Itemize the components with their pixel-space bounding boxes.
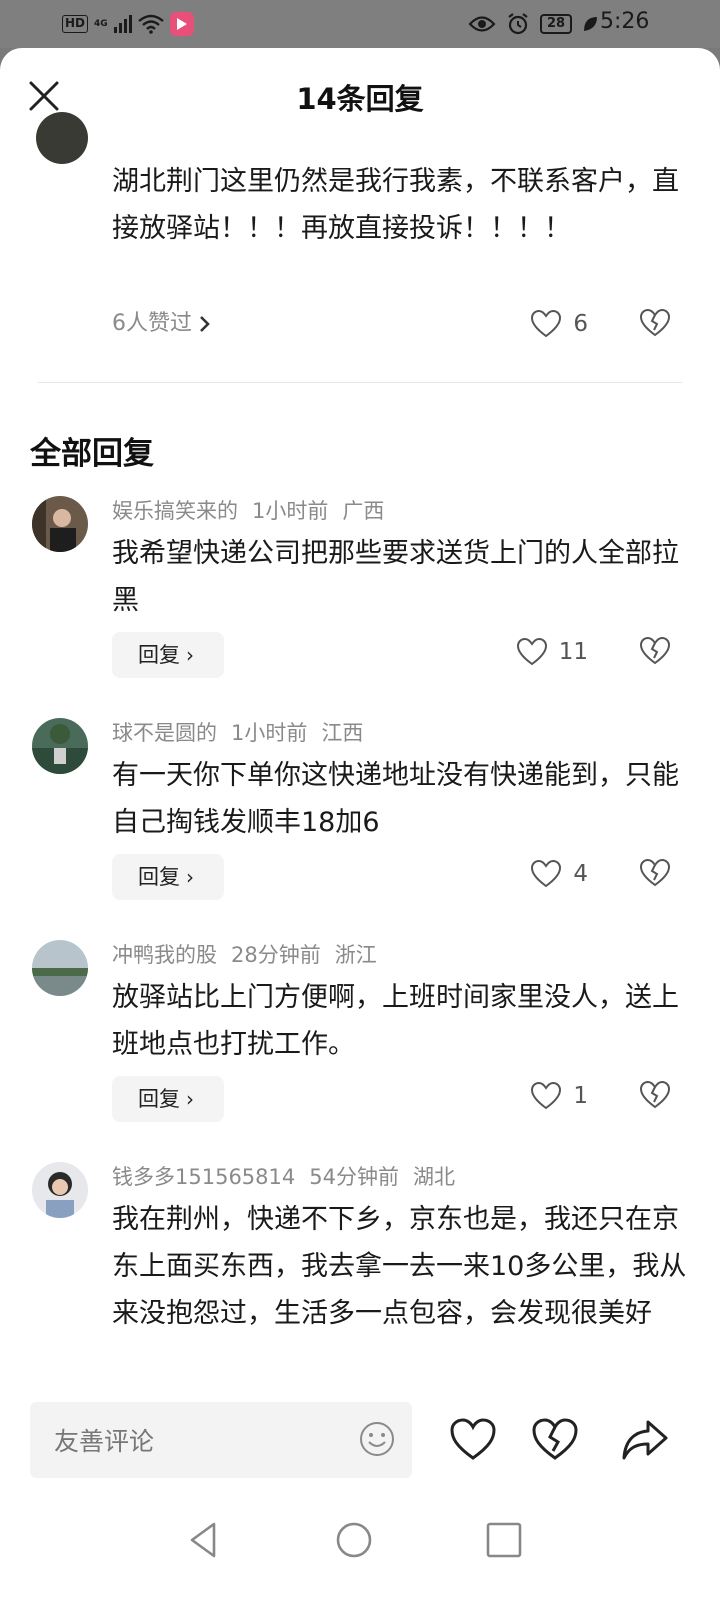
dislike-button[interactable] [639,636,672,667]
region: 广西 [342,499,385,523]
comment-actions: 回复 › 4 [112,854,692,900]
eye-icon [468,16,496,32]
comment-text: 放驿站比上门方便啊，上班时间家里没人，送上班地点也打扰工作。 [112,982,679,1060]
username[interactable]: 钱多多151565814 [112,1165,295,1189]
likes-list-link[interactable]: 6人赞过 [112,304,212,344]
like-count: 4 [573,861,588,887]
comment-meta: 冲鸭我的股 28分钟前 浙江 [112,940,391,970]
avatar[interactable] [32,496,88,552]
region: 湖北 [412,1165,455,1189]
home-nav-icon[interactable] [334,1520,374,1560]
chevron-right-icon [200,316,210,332]
dislike-post-button[interactable] [532,1418,578,1462]
like-post-button[interactable] [450,1418,496,1462]
comment-text: 湖北荆门这里仍然是我行我素，不联系客户，直接放驿站！！！再放直接投诉！！！！ [112,166,679,244]
heart-icon [531,1082,562,1110]
reply-button[interactable]: 回复 › [112,854,224,900]
parent-comment: 湖北荆门这里仍然是我行我素，不联系客户，直接放驿站！！！再放直接投诉！！！！ 6… [0,112,720,434]
heart-icon [531,860,562,888]
avatar[interactable] [32,940,88,996]
sheet-title: 14条回复 [296,82,424,116]
replies-sheet: 14条回复 湖北荆门这里仍然是我行我素，不联系客户，直接放驿站！！！再放直接投诉… [0,48,720,1600]
chevron-right-icon: › [186,865,194,889]
avatar[interactable] [36,112,88,164]
comment-input-placeholder: 友善评论 [54,1427,155,1456]
region: 浙江 [334,943,377,967]
comment-meta: 娱乐搞笑来的 1小时前 广西 [112,496,398,526]
likes-link-label: 6人赞过 [112,311,192,336]
comment-actions: 回复 › 11 [112,632,692,678]
timestamp: 1小时前 [231,721,308,745]
chevron-right-icon: › [186,643,194,667]
list-item: 娱乐搞笑来的 1小时前 广西 我希望快递公司把那些要求送货上门的人全部拉黑 回复 › … [0,496,720,696]
divider [38,382,682,383]
hd-indicator: HD [62,15,89,33]
emoji-icon[interactable] [358,1420,396,1458]
section-title: 全部回复 [30,436,154,472]
like-button[interactable]: 4 [531,854,588,894]
timestamp: 54分钟前 [309,1165,399,1189]
share-button[interactable] [622,1418,668,1462]
like-count: 6 [573,311,588,337]
reply-button[interactable]: 回复 › [112,1076,224,1122]
system-nav-bar [0,1488,720,1600]
broken-heart-icon [639,636,671,665]
sheet-header: 14条回复 [0,48,720,144]
reply-label: 回复 [138,865,180,889]
video-app-icon [169,12,194,36]
recents-nav-icon[interactable] [484,1520,524,1560]
username[interactable]: 冲鸭我的股 [112,943,217,967]
like-button[interactable]: 1 [531,1076,588,1116]
list-item: 球不是圆的 1小时前 江西 有一天你下单你这快递地址没有快递能到，只能自己掏钱发顺丰… [0,718,720,918]
like-count: 11 [558,639,588,665]
avatar[interactable] [32,718,88,774]
reply-label: 回复 [138,643,180,667]
dislike-button[interactable] [639,858,672,889]
like-button[interactable]: 11 [516,632,588,672]
comment-meta: 钱多多151565814 54分钟前 湖北 [112,1162,469,1192]
leaf-icon [584,17,597,31]
broken-heart-icon [639,858,671,887]
username[interactable]: 娱乐搞笑来的 [112,499,238,523]
timestamp: 1小时前 [252,499,329,523]
comment-meta: 球不是圆的 1小时前 江西 [112,718,377,748]
wifi-icon [137,14,164,34]
comment-bar: 友善评论 [0,1392,720,1488]
status-left: HD 4G [62,12,194,36]
status-bar: HD 4G 28 5:26 [0,0,720,48]
comment-actions: 回复 › 1 [112,1076,692,1122]
dislike-button[interactable] [639,1080,672,1111]
alarm-icon [508,13,528,35]
list-item: 冲鸭我的股 28分钟前 浙江 放驿站比上门方便啊，上班时间家里没人，送上班地点也打扰… [0,940,720,1140]
heart-icon [516,638,547,666]
reply-label: 回复 [138,1087,180,1111]
username[interactable]: 球不是圆的 [112,721,217,745]
avatar[interactable] [32,1162,88,1218]
comment-text: 我在荆州，快递不下乡，京东也是，我还只在京东上面买东西，我去拿一去一来10多公里… [112,1204,687,1329]
heart-icon [531,310,562,338]
back-nav-icon[interactable] [184,1520,224,1560]
comment-text: 我希望快递公司把那些要求送货上门的人全部拉黑 [112,538,679,616]
comment-input[interactable]: 友善评论 [30,1402,412,1478]
region: 江西 [321,721,364,745]
broken-heart-icon [639,1080,671,1109]
clock: 5:26 [600,9,650,34]
like-button[interactable]: 6 [531,304,588,344]
timestamp: 28分钟前 [231,943,321,967]
comment-actions: 6人赞过 6 [112,304,692,344]
comment-text: 有一天你下单你这快递地址没有快递能到，只能自己掏钱发顺丰18加6 [112,760,679,838]
reply-button[interactable]: 回复 › [112,632,224,678]
chevron-right-icon: › [186,1087,194,1111]
dislike-button[interactable] [639,308,672,339]
list-item: 钱多多151565814 54分钟前 湖北 我在荆州，快递不下乡，京东也是，我还只在… [0,1162,720,1402]
battery-indicator: 28 [540,14,572,34]
like-count: 1 [573,1083,588,1109]
signal-icon [113,15,132,33]
broken-heart-icon [639,308,671,337]
network-type: 4G [94,18,108,29]
